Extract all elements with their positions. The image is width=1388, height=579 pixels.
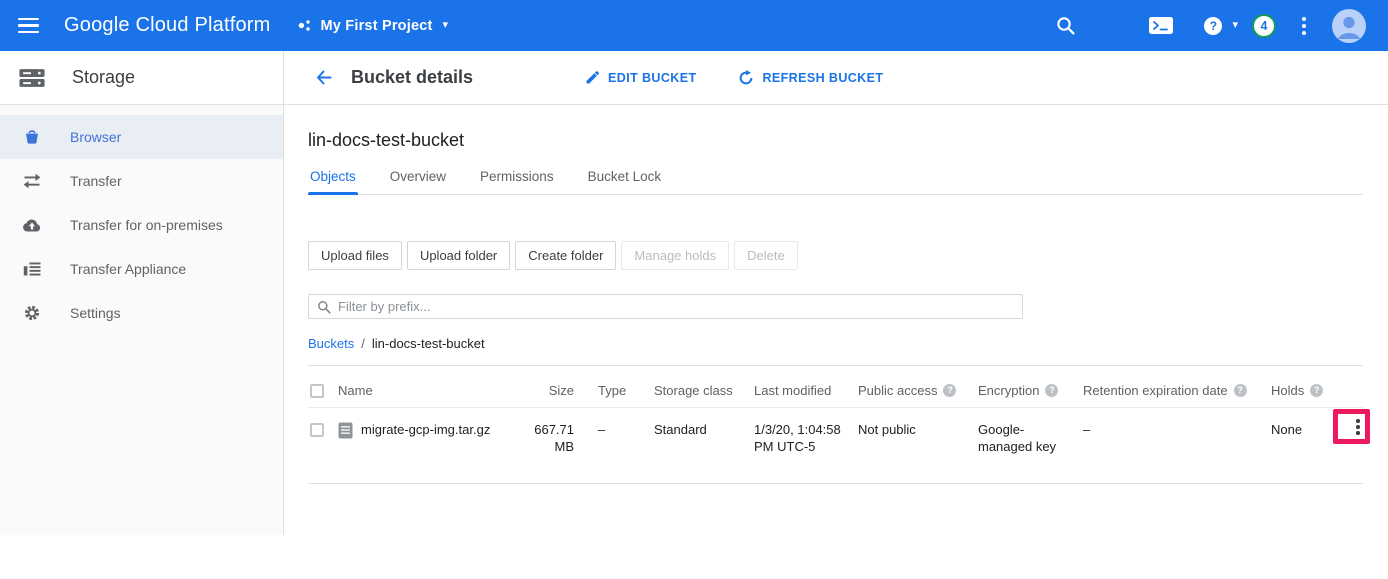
upload-files-button[interactable]: Upload files bbox=[308, 241, 402, 270]
breadcrumb-separator: / bbox=[361, 336, 365, 351]
page-title: Bucket details bbox=[351, 67, 473, 88]
help-icon[interactable] bbox=[943, 384, 956, 397]
tab-permissions[interactable]: Permissions bbox=[478, 165, 556, 194]
transfer-arrows-icon bbox=[22, 172, 42, 190]
column-header-last-modified: Last modified bbox=[754, 382, 858, 398]
column-header-encryption: Encryption bbox=[978, 382, 1083, 398]
transfer-appliance-icon bbox=[22, 261, 42, 277]
content: Storage Browser bbox=[0, 51, 1388, 535]
help-icon[interactable] bbox=[1045, 384, 1058, 397]
tab-overview[interactable]: Overview bbox=[388, 165, 448, 194]
refresh-bucket-label: REFRESH BUCKET bbox=[762, 71, 883, 85]
column-header-retention: Retention expiration date bbox=[1083, 382, 1271, 398]
bucket-details: lin-docs-test-bucket Objects Overview Pe… bbox=[284, 130, 1388, 484]
back-arrow-icon[interactable] bbox=[314, 68, 333, 87]
sidebar-item-label: Settings bbox=[70, 305, 121, 321]
cloud-upload-icon bbox=[22, 217, 42, 233]
gcp-console-window: Google Cloud Platform My First Project ▾ bbox=[0, 0, 1388, 579]
objects-table: Name Size Type Storage class Last modifi… bbox=[308, 365, 1363, 484]
column-header-size: Size bbox=[534, 382, 598, 398]
object-name-cell: migrate-gcp-img.tar.gz bbox=[338, 408, 534, 451]
filter-prefix-input[interactable] bbox=[338, 299, 1014, 314]
sidebar-header: Storage bbox=[0, 51, 283, 105]
upload-folder-button[interactable]: Upload folder bbox=[407, 241, 510, 270]
refresh-bucket-button[interactable]: REFRESH BUCKET bbox=[738, 70, 883, 86]
bucket-tabs: Objects Overview Permissions Bucket Lock bbox=[308, 165, 1363, 195]
sidebar-item-label: Transfer bbox=[70, 173, 122, 189]
object-holds: None bbox=[1271, 408, 1345, 450]
brand-logo[interactable]: Google Cloud Platform bbox=[64, 14, 271, 37]
sidebar-item-label: Browser bbox=[70, 129, 121, 145]
project-name: My First Project bbox=[321, 18, 433, 34]
sidebar-nav: Browser Transfer bbox=[0, 105, 283, 335]
sidebar-item-transfer-appliance[interactable]: Transfer Appliance bbox=[0, 247, 283, 291]
refresh-icon bbox=[738, 70, 754, 86]
help-icon bbox=[1204, 17, 1222, 35]
sidebar-item-label: Transfer for on-premises bbox=[70, 217, 223, 233]
object-public-access: Not public bbox=[858, 408, 978, 450]
file-icon bbox=[338, 422, 353, 439]
edit-bucket-button[interactable]: EDIT BUCKET bbox=[585, 70, 696, 85]
sidebar-title: Storage bbox=[72, 67, 135, 88]
object-menu-cell bbox=[1345, 408, 1363, 440]
column-header-storage-class: Storage class bbox=[654, 382, 754, 398]
help-icon[interactable] bbox=[1234, 384, 1247, 397]
object-name-link[interactable]: migrate-gcp-img.tar.gz bbox=[361, 421, 490, 438]
object-last-modified: 1/3/20, 1:04:58 PM UTC-5 bbox=[754, 408, 858, 467]
notification-badge[interactable]: 4 bbox=[1252, 14, 1276, 38]
breadcrumb: Buckets / lin-docs-test-bucket bbox=[308, 336, 1363, 351]
project-icon bbox=[297, 18, 312, 33]
create-folder-button[interactable]: Create folder bbox=[515, 241, 616, 270]
cloud-shell-icon[interactable] bbox=[1148, 15, 1174, 36]
table-header-row: Name Size Type Storage class Last modifi… bbox=[308, 366, 1363, 408]
column-header-type: Type bbox=[598, 382, 654, 398]
sidebar-item-settings[interactable]: Settings bbox=[0, 291, 283, 335]
sidebar-item-transfer-on-premises[interactable]: Transfer for on-premises bbox=[0, 203, 283, 247]
sidebar-item-transfer[interactable]: Transfer bbox=[0, 159, 283, 203]
object-encryption: Google-managed key bbox=[978, 408, 1083, 467]
table-row: migrate-gcp-img.tar.gz 667.71 MB – Stand… bbox=[308, 408, 1363, 484]
select-all-checkbox[interactable] bbox=[310, 384, 324, 398]
avatar[interactable] bbox=[1332, 9, 1366, 43]
gear-icon bbox=[22, 304, 42, 322]
object-size: 667.71 MB bbox=[534, 408, 598, 467]
breadcrumb-current: lin-docs-test-bucket bbox=[372, 336, 485, 351]
row-kebab-menu-icon[interactable] bbox=[1345, 414, 1371, 440]
objects-toolbar: Upload files Upload folder Create folder… bbox=[308, 241, 1363, 270]
main: Bucket details EDIT BUCKET REFRESH BUCKE… bbox=[284, 51, 1388, 535]
sidebar-item-browser[interactable]: Browser bbox=[0, 115, 283, 159]
object-type: – bbox=[598, 408, 654, 450]
column-header-name: Name bbox=[338, 382, 534, 398]
tab-objects[interactable]: Objects bbox=[308, 165, 358, 194]
topbar-actions: ▾ 4 bbox=[1055, 9, 1388, 43]
breadcrumb-buckets-link[interactable]: Buckets bbox=[308, 336, 354, 351]
caret-down-icon: ▾ bbox=[1232, 20, 1238, 31]
column-header-public-access: Public access bbox=[858, 382, 978, 398]
filter-box bbox=[308, 294, 1023, 319]
tab-bucket-lock[interactable]: Bucket Lock bbox=[586, 165, 664, 194]
bucket-icon bbox=[22, 128, 42, 146]
bucket-name: lin-docs-test-bucket bbox=[308, 130, 1363, 151]
column-header-holds: Holds bbox=[1271, 382, 1345, 398]
search-icon[interactable] bbox=[1055, 15, 1076, 36]
page-header: Bucket details EDIT BUCKET REFRESH BUCKE… bbox=[284, 51, 1388, 105]
object-storage-class: Standard bbox=[654, 408, 754, 450]
sidebar-item-label: Transfer Appliance bbox=[70, 261, 186, 277]
manage-holds-button: Manage holds bbox=[621, 241, 729, 270]
pencil-icon bbox=[585, 70, 600, 85]
help-icon[interactable] bbox=[1310, 384, 1323, 397]
row-checkbox[interactable] bbox=[310, 423, 324, 437]
caret-down-icon: ▾ bbox=[443, 20, 449, 31]
menu-icon[interactable] bbox=[18, 14, 42, 38]
delete-button: Delete bbox=[734, 241, 798, 270]
help-menu[interactable]: ▾ bbox=[1204, 17, 1238, 35]
sidebar: Storage Browser bbox=[0, 51, 284, 535]
project-switcher[interactable]: My First Project ▾ bbox=[297, 18, 449, 34]
edit-bucket-label: EDIT BUCKET bbox=[608, 71, 696, 85]
topbar: Google Cloud Platform My First Project ▾ bbox=[0, 0, 1388, 51]
search-icon bbox=[317, 300, 331, 314]
object-retention: – bbox=[1083, 408, 1271, 450]
kebab-menu-icon[interactable] bbox=[1298, 13, 1310, 39]
storage-product-icon bbox=[18, 67, 46, 89]
